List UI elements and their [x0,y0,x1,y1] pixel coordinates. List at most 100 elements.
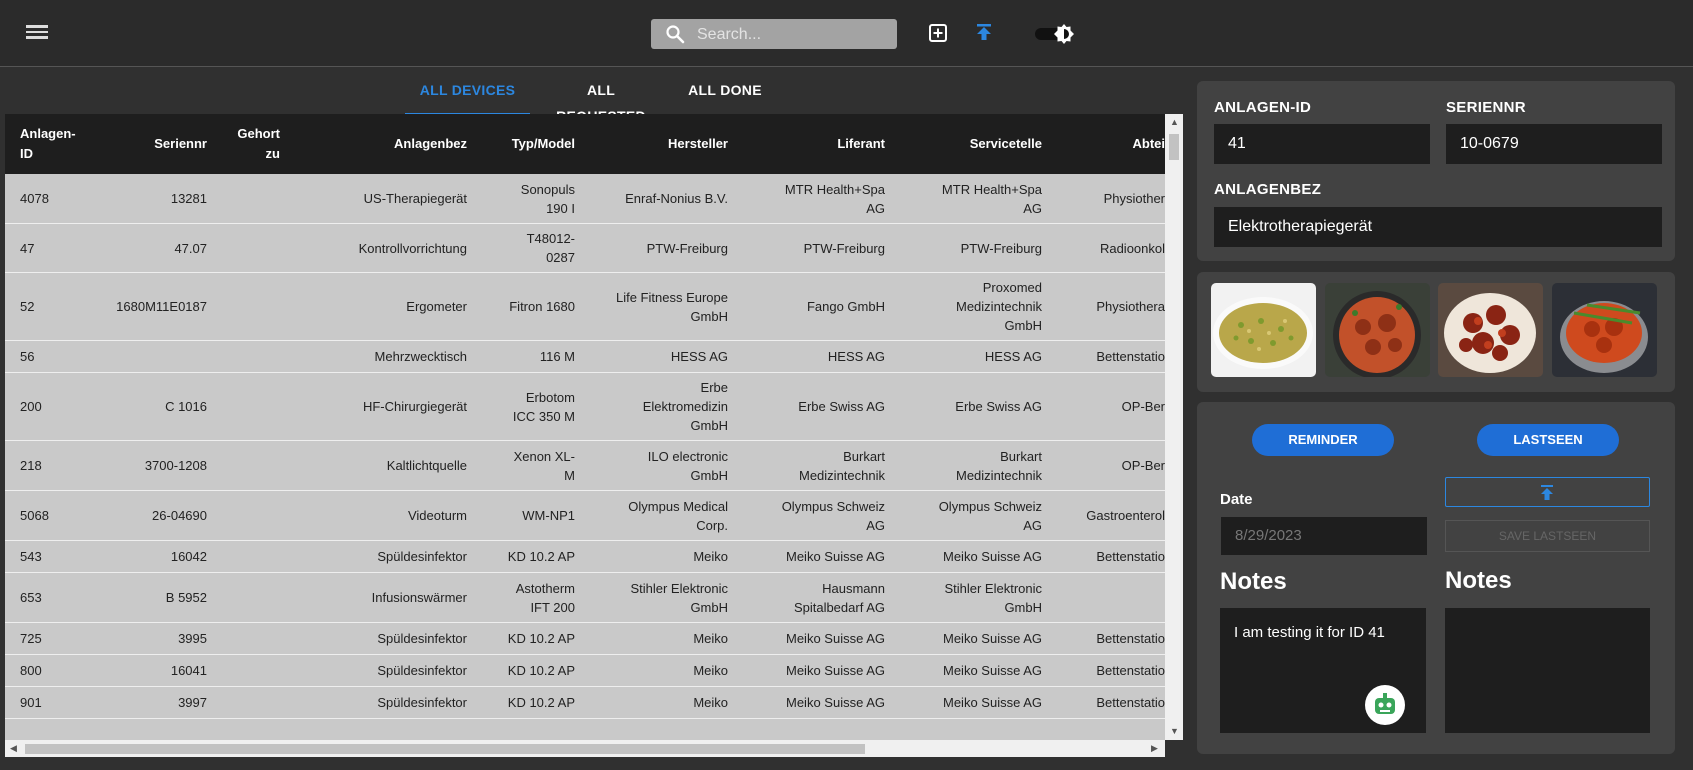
cell-typ-model: KD 10.2 AP [507,695,575,710]
photos-panel [1197,272,1675,392]
cell-seriennr: 26-04690 [152,508,207,523]
col-header-abteilung[interactable]: Abtei [1055,134,1166,154]
cell-typ-model: 116 M [539,349,575,364]
horizontal-scrollbar[interactable]: ◀ ▶ [5,740,1165,757]
table-header: Anlagen- ID Seriennr Gehort zu Anlagenbez … [5,114,1165,174]
table-row[interactable]: 4078 13281 US-Therapiegerät Sonopuls 190 I En… [5,174,1165,224]
cell-anlagenbez: HF-Chirurgiegerät [362,399,467,414]
table-body: 4078 13281 US-Therapiegerät Sonopuls 190 I En… [5,174,1165,719]
cell-abteilung: Physiother [1103,191,1165,206]
cell-servicetelle: Olympus Schweiz AG [938,498,1042,533]
table-row[interactable]: 218 3700-1208 Kaltlichtquelle Xenon XL- M ILO… [5,441,1165,491]
col-header-servicetelle[interactable]: Servicetelle [897,134,1042,154]
lastseen-button[interactable]: LASTSEEN [1477,424,1619,456]
cell-servicetelle: Stihler Elektronic GmbH [944,580,1042,615]
table-row[interactable]: 5068 26-04690 Videoturm WM-NP1 Olympus Medic… [5,491,1165,541]
cell-hersteller: Life Fitness Europe GmbH [615,289,728,324]
vertical-scrollbar[interactable]: ▲ ▼ [1165,114,1183,740]
col-header-anlagenbez[interactable]: Anlagenbez [295,134,467,154]
cell-anlagen-id: 47 [20,240,35,256]
table-row[interactable]: 725 3995 Spüldesinfektor KD 10.2 AP Meiko Mei… [5,623,1165,655]
add-box-icon[interactable] [928,23,948,43]
notes-right-textarea[interactable] [1445,608,1650,733]
upload-icon[interactable] [975,23,993,43]
cell-typ-model: KD 10.2 AP [507,663,575,678]
devices-area: ALL DEVICES ALL REQUESTED ALL DONE Anlag… [5,67,1183,757]
search-input[interactable] [695,23,889,47]
upload-icon [1541,485,1553,500]
cell-seriennr: C 1016 [165,399,207,414]
cell-anlagen-id: 5068 [20,508,49,523]
cell-anlagenbez: Kaltlichtquelle [386,458,467,473]
table-row[interactable]: 52 1680M11E0187 Ergometer Fitron 1680 Life F… [5,273,1165,341]
cell-liferant: Erbe Swiss AG [798,399,885,414]
cell-hersteller: Meiko [693,663,728,678]
bot-icon[interactable] [1364,684,1406,726]
cell-hersteller: PTW-Freiburg [646,240,728,256]
cell-hersteller: Meiko [693,549,728,564]
cell-seriennr [95,341,207,372]
menu-icon[interactable] [26,22,48,42]
cell-hersteller: Enraf-Nonius B.V. [625,191,728,206]
top-bar [0,0,1693,67]
col-header-seriennr[interactable]: Seriennr [95,134,207,154]
cell-abteilung: Bettenstatio [1096,631,1165,646]
notes-right-heading: Notes [1445,567,1512,594]
device-details-panel: ANLAGEN-ID SERIENNR 41 10-0679 ANLAGENBE… [1197,81,1675,261]
cell-hersteller: Meiko [693,695,728,710]
photo-3[interactable] [1438,283,1543,377]
col-header-typ-model[interactable]: Typ/Model [477,134,575,154]
cell-anlagenbez: Spüldesinfektor [377,549,467,564]
cell-seriennr: B 5952 [165,590,207,605]
table-row[interactable]: 901 3997 Spüldesinfektor KD 10.2 AP Meiko Mei… [5,687,1165,719]
theme-toggle-icon [1054,24,1074,44]
cell-anlagen-id: 901 [20,695,42,710]
cell-seriennr: 3700-1208 [144,458,207,473]
table-row[interactable]: 56 Mehrzwecktisch 116 M HESS AG HESS AG HESS … [5,341,1165,373]
reminder-button[interactable]: REMINDER [1252,424,1394,456]
photo-4[interactable] [1552,283,1657,377]
cell-abteilung: Bettenstatio [1096,663,1165,678]
search-box[interactable] [651,19,897,49]
cell-anlagenbez: Spüldesinfektor [377,695,467,710]
table-row[interactable]: 800 16041 Spüldesinfektor KD 10.2 AP Meiko Me… [5,655,1165,687]
notes-left-textarea[interactable]: I am testing it for ID 41 [1220,608,1426,733]
photo-2[interactable] [1325,283,1430,377]
table-row[interactable]: 47 47.07 Kontrollvorrichtung T48012- 0287 PTW… [5,224,1165,273]
col-header-gehort-zu[interactable]: Gehort zu [220,124,280,164]
cell-seriennr: 3995 [178,631,207,646]
date-label: Date [1220,491,1253,508]
cell-anlagenbez: Mehrzwecktisch [374,349,467,364]
table-row[interactable]: 653 B 5952 Infusionswärmer Astotherm IFT 200… [5,573,1165,623]
cell-anlagenbez: Spüldesinfektor [377,663,467,678]
cell-servicetelle: HESS AG [984,349,1042,364]
anlagenbez-label: ANLAGENBEZ [1214,181,1322,198]
cell-liferant: Meiko Suisse AG [786,663,885,678]
tab-all-done[interactable]: ALL DONE [687,77,763,113]
upload-file-button[interactable] [1445,477,1650,507]
cell-anlagen-id: 218 [20,458,42,473]
cell-typ-model: Erbotom ICC 350 M [512,389,575,424]
photo-1[interactable] [1211,283,1316,377]
cell-anlagen-id: 653 [20,590,42,605]
col-header-liferant[interactable]: Liferant [740,134,885,154]
col-header-anlagen-id[interactable]: Anlagen- ID [20,124,90,164]
table-row[interactable]: 543 16042 Spüldesinfektor KD 10.2 AP Meiko Me… [5,541,1165,573]
search-icon [666,25,685,44]
date-input[interactable]: 8/29/2023 [1221,517,1427,555]
tab-all-requested[interactable]: ALL REQUESTED [541,77,661,124]
cell-liferant: Meiko Suisse AG [786,631,885,646]
anlagen-id-field[interactable]: 41 [1214,124,1430,164]
theme-toggle[interactable] [1035,24,1074,44]
cell-anlagenbez: Ergometer [406,299,467,314]
tab-all-devices[interactable]: ALL DEVICES [405,77,530,115]
col-header-hersteller[interactable]: Hersteller [585,134,728,154]
save-lastseen-button[interactable]: SAVE LASTSEEN [1445,520,1650,552]
anlagenbez-field[interactable]: Elektrotherapiegerät [1214,207,1662,247]
seriennr-field[interactable]: 10-0679 [1446,124,1662,164]
table-row[interactable]: 200 C 1016 HF-Chirurgiegerät Erbotom ICC 350… [5,373,1165,441]
cell-hersteller: Meiko [693,631,728,646]
cell-anlagenbez: Videoturm [407,508,467,523]
notes-left-heading: Notes [1220,568,1287,595]
cell-abteilung [1055,573,1165,622]
